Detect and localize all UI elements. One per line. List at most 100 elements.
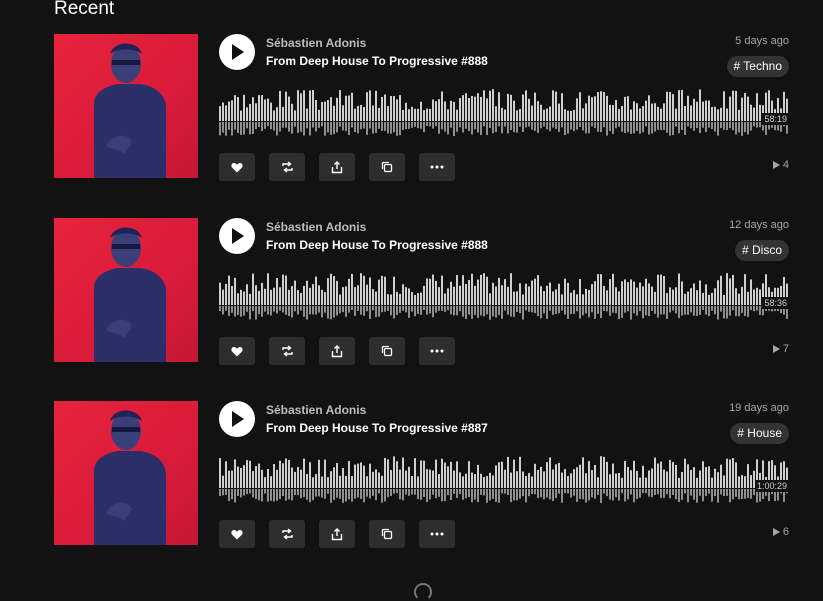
cover-art[interactable] xyxy=(54,218,198,362)
waveform-reflection-bar xyxy=(531,306,533,313)
waveform-bar xyxy=(444,101,446,121)
waveform-reflection-bar xyxy=(528,122,530,127)
waveform-bar xyxy=(459,472,461,488)
waveform-reflection-bar xyxy=(477,489,479,503)
genre-tag[interactable]: # House xyxy=(730,423,789,444)
waveform-bar xyxy=(312,284,314,305)
waveform-reflection-bar xyxy=(603,122,605,128)
waveform-reflection-bar xyxy=(333,122,335,135)
waveform-bar xyxy=(303,90,305,121)
waveform-bar xyxy=(429,278,431,305)
waveform-bar xyxy=(534,463,536,488)
more-button[interactable] xyxy=(419,520,455,548)
waveform[interactable] xyxy=(219,87,789,143)
play-button[interactable] xyxy=(219,218,255,254)
waveform-reflection-bar xyxy=(654,122,656,132)
waveform-reflection-bar xyxy=(411,306,413,312)
waveform-bar xyxy=(297,290,299,305)
cover-art[interactable] xyxy=(54,34,198,178)
repost-button[interactable] xyxy=(269,520,305,548)
waveform-bar xyxy=(654,457,656,488)
copy-button[interactable] xyxy=(369,153,405,181)
waveform-bar xyxy=(675,108,677,121)
waveform-reflection-bar xyxy=(645,489,647,494)
copy-button[interactable] xyxy=(369,520,405,548)
waveform-reflection-bar xyxy=(417,122,419,129)
waveform-bar xyxy=(750,279,752,305)
waveform-reflection-bar xyxy=(612,122,614,134)
waveform-bar xyxy=(426,108,428,121)
like-button[interactable] xyxy=(219,153,255,181)
waveform-bar xyxy=(276,107,278,121)
more-button[interactable] xyxy=(419,337,455,365)
waveform-bar xyxy=(603,285,605,305)
waveform-reflection-bar xyxy=(600,122,602,133)
play-button[interactable] xyxy=(219,34,255,70)
artist-name[interactable]: Sébastien Adonis xyxy=(266,403,366,417)
waveform-bar xyxy=(732,274,734,305)
waveform-reflection-bar xyxy=(417,489,419,499)
share-button[interactable] xyxy=(319,520,355,548)
waveform-reflection-bar xyxy=(225,306,227,311)
waveform-reflection-bar xyxy=(672,489,674,495)
waveform-reflection-bar xyxy=(309,122,311,136)
waveform-bar xyxy=(540,104,542,121)
more-button[interactable] xyxy=(419,153,455,181)
waveform-bar xyxy=(564,278,566,305)
waveform-bar xyxy=(720,464,722,488)
repost-button[interactable] xyxy=(269,153,305,181)
like-button[interactable] xyxy=(219,337,255,365)
like-button[interactable] xyxy=(219,520,255,548)
waveform-reflection-bar xyxy=(327,122,329,133)
waveform-reflection-bar xyxy=(699,489,701,496)
waveform-bar xyxy=(489,472,491,488)
waveform-bar xyxy=(477,279,479,305)
waveform-reflection-bar xyxy=(264,306,266,312)
waveform-bar xyxy=(312,477,314,488)
waveform-bar xyxy=(399,95,401,121)
waveform-reflection-bar xyxy=(252,306,254,312)
waveform-reflection-bar xyxy=(675,306,677,314)
waveform[interactable] xyxy=(219,271,789,327)
waveform-reflection-bar xyxy=(288,489,290,500)
waveform-bar xyxy=(402,109,404,121)
waveform-reflection-bar xyxy=(636,306,638,316)
waveform-reflection-bar xyxy=(567,306,569,320)
waveform-bar xyxy=(438,473,440,488)
waveform-reflection-bar xyxy=(510,489,512,503)
waveform-bar xyxy=(711,292,713,305)
waveform-bar xyxy=(684,293,686,305)
play-button[interactable] xyxy=(219,401,255,437)
waveform[interactable] xyxy=(219,454,789,510)
waveform-bar xyxy=(291,467,293,488)
waveform-bar xyxy=(252,273,254,305)
waveform-reflection-bar xyxy=(267,122,269,127)
waveform-reflection-bar xyxy=(492,306,494,317)
track-title[interactable]: From Deep House To Progressive #887 xyxy=(266,421,488,435)
waveform-reflection-bar xyxy=(726,306,728,319)
waveform-bar xyxy=(636,470,638,488)
repost-button[interactable] xyxy=(269,337,305,365)
artist-name[interactable]: Sébastien Adonis xyxy=(266,220,366,234)
genre-tag[interactable]: # Techno xyxy=(726,56,789,77)
copy-button[interactable] xyxy=(369,337,405,365)
waveform-bar xyxy=(663,469,665,488)
share-button[interactable] xyxy=(319,337,355,365)
waveform-bar xyxy=(300,293,302,305)
waveform-bar xyxy=(384,457,386,488)
waveform-bar xyxy=(315,276,317,305)
waveform-reflection-bar xyxy=(285,122,287,128)
genre-tag[interactable]: # Disco xyxy=(734,240,789,261)
waveform-bar xyxy=(714,468,716,488)
waveform-reflection-bar xyxy=(231,122,233,136)
waveform-bar xyxy=(474,474,476,488)
track-title[interactable]: From Deep House To Progressive #888 xyxy=(266,54,488,68)
waveform-reflection-bar xyxy=(249,489,251,494)
artist-name[interactable]: Sébastien Adonis xyxy=(266,36,366,50)
waveform-reflection-bar xyxy=(597,306,599,314)
waveform-bar xyxy=(234,95,236,121)
track-title[interactable]: From Deep House To Progressive #888 xyxy=(266,238,488,252)
waveform-reflection-bar xyxy=(531,489,533,495)
cover-art[interactable] xyxy=(54,401,198,545)
share-button[interactable] xyxy=(319,153,355,181)
